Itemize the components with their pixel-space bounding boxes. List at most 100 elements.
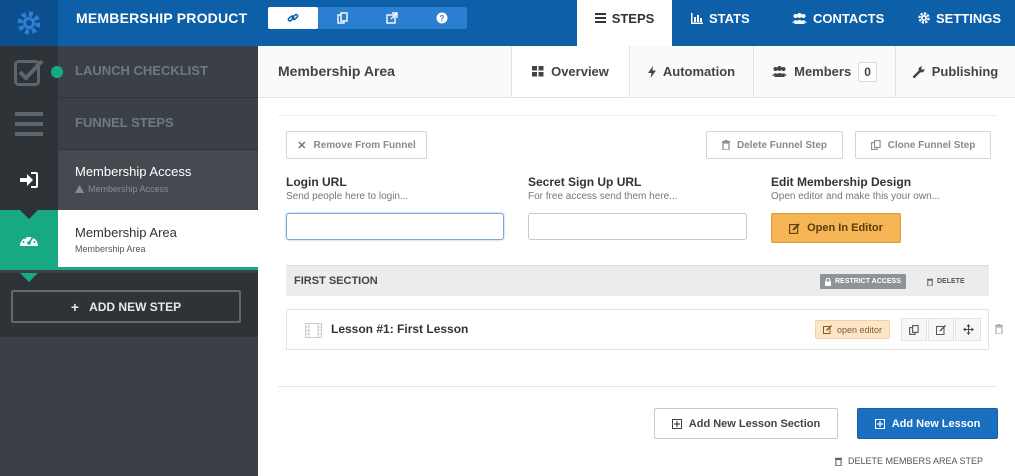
close-icon: ✕ (297, 139, 307, 152)
top-divider (278, 115, 997, 116)
external-link-icon (386, 12, 399, 24)
edit-design-label: Edit Membership Design (771, 175, 912, 189)
tab-contacts[interactable]: CONTACTS (792, 0, 884, 46)
sidebar-step-subtitle: Membership Access (75, 184, 169, 194)
delete-funnel-step-button[interactable]: Delete Funnel Step (706, 131, 843, 159)
quick-tools: ? (268, 7, 467, 29)
tab-publishing[interactable]: Publishing (895, 46, 1015, 97)
open-editor-label: open editor (837, 324, 883, 335)
help-icon: ? (436, 12, 448, 24)
step-pointer (20, 210, 38, 219)
add-new-lesson-label: Add New Lesson (891, 417, 981, 430)
main-content: ✕ Remove From Funnel Delete Funnel Step … (258, 98, 1015, 476)
delete-members-area-link[interactable]: DELETE MEMBERS AREA STEP (835, 456, 983, 466)
users-icon (772, 66, 788, 77)
grid-icon (532, 66, 544, 77)
tab-overview[interactable]: Overview (511, 46, 629, 97)
bar-chart-icon (691, 12, 703, 24)
status-dot (51, 66, 63, 78)
film-icon (305, 323, 322, 338)
delete-section-label: DELETE (937, 278, 965, 285)
signup-url-input[interactable] (528, 213, 747, 240)
restrict-access-button[interactable]: RESTRICT ACCESS (820, 274, 906, 289)
open-in-editor-button[interactable]: Open In Editor (771, 213, 901, 243)
page-title: Membership Area (278, 63, 395, 79)
step-header: Membership Area Overview Automation Memb… (258, 46, 1015, 98)
sidebar-item-label: FUNNEL STEPS (75, 115, 174, 130)
login-url-label: Login URL (286, 175, 347, 189)
signup-url-label: Secret Sign Up URL (528, 175, 642, 189)
login-url-input[interactable] (286, 213, 504, 240)
open-editor-button[interactable]: open editor (815, 320, 891, 339)
sidebar-step-subtitle-text: Membership Access (88, 184, 169, 194)
edit-icon (823, 325, 832, 334)
wrench-icon (912, 66, 925, 78)
lightning-icon (647, 65, 656, 78)
trash-icon (721, 140, 730, 150)
sidebar-icon-col (0, 46, 58, 97)
tab-settings-label: SETTINGS (936, 10, 1002, 26)
lesson-row[interactable]: Lesson #1: First Lesson open editor (286, 309, 989, 350)
tab-members-label: Members (794, 64, 852, 79)
sidebar-step-membership-area[interactable]: Membership Area Membership Area (0, 210, 258, 270)
delete-section-button[interactable]: DELETE (927, 274, 965, 289)
edit-icon (936, 324, 946, 335)
app-title: MEMBERSHIP PRODUCT (76, 10, 248, 26)
users-icon (792, 12, 807, 24)
signup-url-help: For free access send them here... (528, 191, 678, 202)
sidebar-step-title: Membership Area (75, 225, 177, 240)
remove-from-funnel-label: Remove From Funnel (313, 139, 416, 151)
sidebar-icon-col (0, 210, 58, 270)
edit-lesson-button[interactable] (928, 318, 954, 341)
tab-publishing-label: Publishing (931, 64, 999, 79)
sidebar-icon-col (0, 98, 58, 149)
sidebar-step-membership-access[interactable]: Membership Access Membership Access (0, 150, 258, 210)
plus-icon: + (70, 298, 80, 315)
tab-steps-label: STEPS (611, 10, 655, 26)
lock-icon (825, 277, 831, 286)
tab-steps[interactable]: STEPS (577, 0, 672, 46)
tab-stats-label: STATS (709, 10, 750, 26)
remove-from-funnel-button[interactable]: ✕ Remove From Funnel (286, 131, 427, 159)
plus-square-icon (874, 418, 885, 429)
tab-automation-label: Automation (662, 64, 736, 79)
tab-automation[interactable]: Automation (629, 46, 753, 97)
login-url-help: Send people here to login... (286, 191, 409, 202)
sidebar-item-funnel-steps[interactable]: FUNNEL STEPS (0, 98, 258, 150)
open-in-editor-label: Open In Editor (807, 222, 883, 234)
tab-contacts-label: CONTACTS (813, 10, 885, 26)
tab-settings[interactable]: SETTINGS (918, 0, 1001, 46)
clone-lesson-button[interactable] (901, 318, 927, 341)
help-button[interactable]: ? (417, 7, 467, 29)
link-icon (287, 13, 299, 22)
svg-text:?: ? (440, 14, 445, 23)
tab-members[interactable]: Members 0 (753, 46, 895, 97)
menu-icon (594, 13, 606, 23)
gear-logo-icon (17, 11, 41, 35)
section-divider (278, 386, 997, 387)
trash-icon (835, 457, 842, 466)
external-link-button[interactable] (368, 7, 418, 29)
plus-square-icon (671, 418, 682, 429)
tab-stats[interactable]: STATS (691, 0, 750, 46)
sidebar-item-label: LAUNCH CHECKLIST (75, 63, 208, 78)
delete-lesson-icon[interactable] (995, 324, 1003, 334)
copy-button[interactable] (318, 7, 368, 29)
section-title: FIRST SECTION (294, 275, 378, 287)
add-new-step-button[interactable]: + ADD NEW STEP (11, 290, 241, 323)
sidebar-item-launch-checklist[interactable]: LAUNCH CHECKLIST (0, 46, 258, 98)
trash-icon (927, 278, 933, 286)
add-lesson-section-button[interactable]: Add New Lesson Section (654, 408, 838, 439)
link-button[interactable] (268, 7, 318, 29)
logo[interactable] (0, 0, 58, 46)
sidebar-step-title: Membership Access (75, 164, 192, 179)
add-new-lesson-button[interactable]: Add New Lesson (857, 408, 998, 439)
lesson-section-header: FIRST SECTION RESTRICT ACCESS DELETE (286, 265, 989, 296)
edit-icon (789, 222, 800, 234)
add-lesson-section-label: Add New Lesson Section (688, 417, 821, 430)
list-icon (15, 111, 43, 136)
checklist-icon (14, 59, 44, 86)
sidebar: LAUNCH CHECKLIST FUNNEL STEPS Membership… (0, 46, 258, 476)
clone-funnel-step-button[interactable]: Clone Funnel Step (855, 131, 991, 159)
move-lesson-handle[interactable] (955, 318, 981, 341)
